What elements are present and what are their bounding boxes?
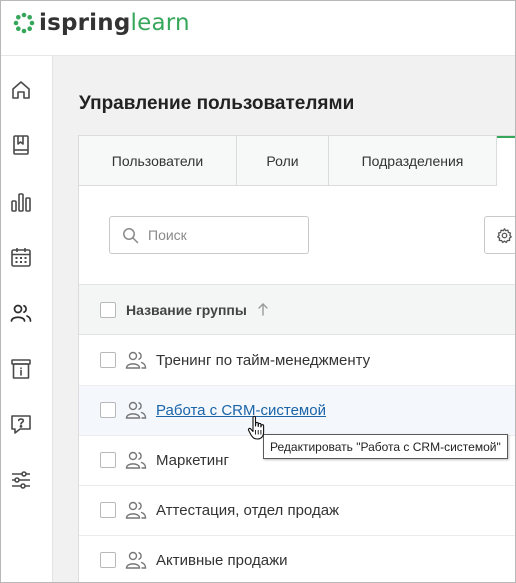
book-icon[interactable] <box>9 133 33 157</box>
group-icon <box>125 351 147 369</box>
main-content: Управление пользователями Пользователи Р… <box>53 56 515 582</box>
sidebar <box>1 56 53 582</box>
group-name[interactable]: Активные продажи <box>156 552 288 569</box>
bar-chart-icon[interactable] <box>9 190 33 214</box>
logo-icon <box>13 12 35 34</box>
group-icon <box>125 551 147 569</box>
logo-text-learn: learn <box>130 10 190 36</box>
logo[interactable]: ispringlearn <box>13 10 190 36</box>
group-name[interactable]: Маркетинг <box>156 452 229 469</box>
table-row[interactable]: Работа с CRM-системой <box>79 386 515 436</box>
info-icon[interactable] <box>9 357 33 381</box>
settings-button[interactable] <box>484 216 515 254</box>
search-box[interactable] <box>109 216 309 254</box>
group-icon <box>125 401 147 419</box>
app-window: ispringlearn Управление пользователями П… <box>0 0 516 583</box>
row-checkbox[interactable] <box>100 352 116 368</box>
row-checkbox[interactable] <box>100 402 116 418</box>
table-row[interactable]: Активные продажи <box>79 536 515 582</box>
tab-roles[interactable]: Роли <box>237 136 329 186</box>
table-row[interactable]: Аттестация, отдел продаж <box>79 486 515 536</box>
hand-cursor-icon <box>247 415 265 440</box>
row-checkbox[interactable] <box>100 552 116 568</box>
row-checkbox[interactable] <box>100 502 116 518</box>
group-icon <box>125 451 147 469</box>
logo-text-ispring: ispring <box>39 10 131 36</box>
group-name[interactable]: Тренинг по тайм-менеджменту <box>156 352 370 369</box>
tab-bar: Пользователи Роли Подразделения <box>79 136 515 186</box>
group-icon <box>125 501 147 519</box>
group-name-link[interactable]: Работа с CRM-системой <box>156 402 326 419</box>
table-header: Название группы <box>79 284 515 335</box>
users-icon[interactable] <box>9 301 33 325</box>
help-icon[interactable] <box>9 412 33 436</box>
tooltip: Редактировать "Работа с CRM-системой" <box>263 434 508 459</box>
select-all-checkbox[interactable] <box>100 302 116 318</box>
search-icon <box>123 228 139 244</box>
column-header-group-name[interactable]: Название группы <box>126 302 247 318</box>
top-bar: ispringlearn <box>1 1 515 56</box>
group-name[interactable]: Аттестация, отдел продаж <box>156 502 339 519</box>
table-row[interactable]: Тренинг по тайм-менеджменту <box>79 336 515 386</box>
calendar-icon[interactable] <box>9 245 33 269</box>
tab-users[interactable]: Пользователи <box>79 136 237 186</box>
page-title: Управление пользователями <box>79 93 355 114</box>
active-tab-indicator <box>497 136 515 138</box>
sort-ascending-icon[interactable] <box>257 302 269 316</box>
tab-groups-active[interactable] <box>497 136 515 186</box>
gear-icon <box>497 228 512 244</box>
content-card: Пользователи Роли Подразделения Название… <box>78 135 515 582</box>
search-input[interactable] <box>148 225 298 245</box>
row-checkbox[interactable] <box>100 452 116 468</box>
home-icon[interactable] <box>9 78 33 102</box>
logo-text: ispringlearn <box>39 10 190 36</box>
sliders-icon[interactable] <box>9 468 33 492</box>
tab-departments[interactable]: Подразделения <box>329 136 497 186</box>
